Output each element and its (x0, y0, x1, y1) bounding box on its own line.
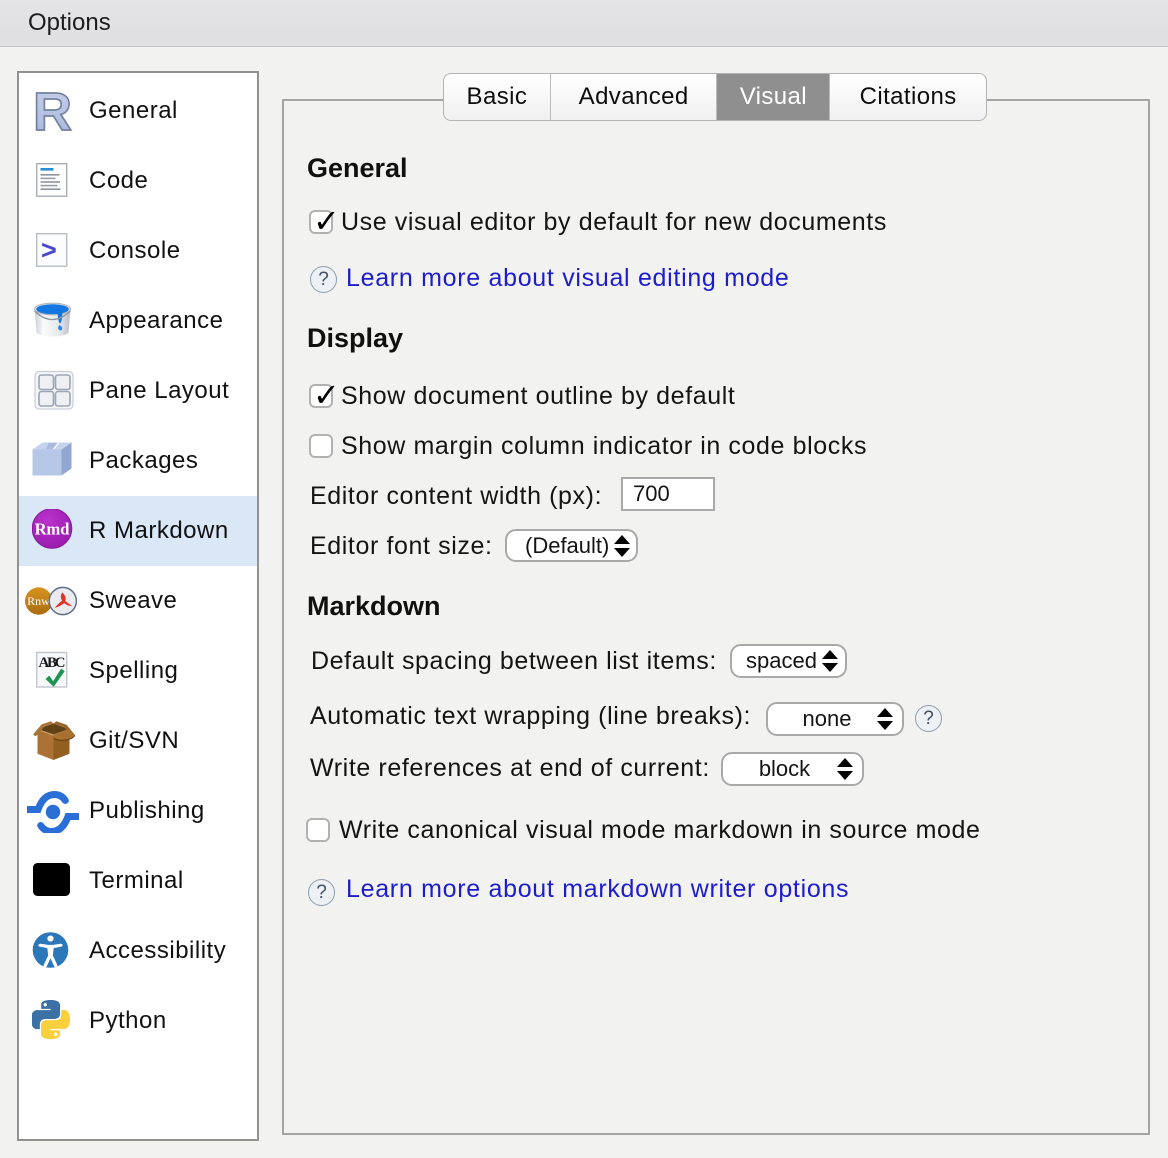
svg-text:>: > (41, 235, 57, 265)
svg-text:Rnw: Rnw (27, 594, 50, 608)
svg-text:ABC: ABC (39, 655, 66, 671)
svg-text:R: R (33, 89, 72, 133)
svg-text:Rmd: Rmd (35, 520, 70, 539)
